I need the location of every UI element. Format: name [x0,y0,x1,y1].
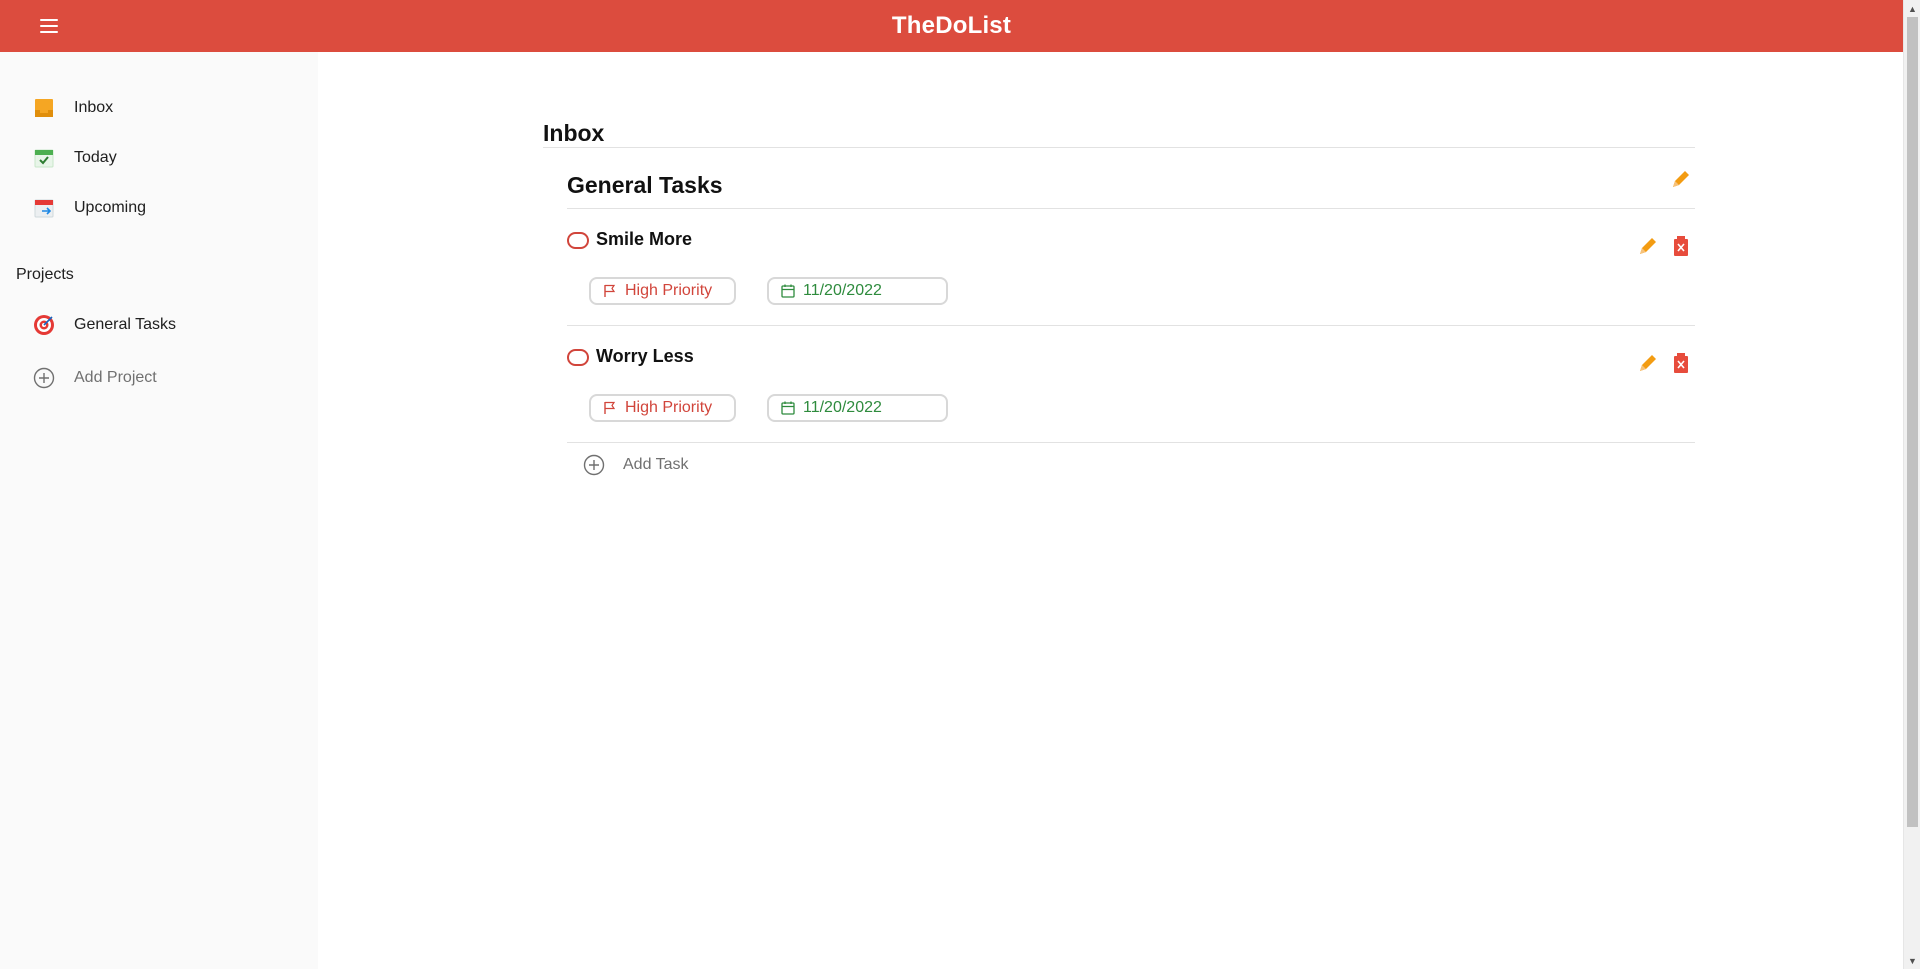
add-task-button[interactable]: Add Task [583,454,689,476]
sidebar-item-today[interactable]: Today [33,143,117,173]
sidebar-item-label: Inbox [74,99,114,116]
calendar-check-icon [33,147,55,169]
sidebar-item-label: Upcoming [74,199,147,216]
delete-trash-icon[interactable] [1673,236,1689,256]
task-item: Smile More High Priority 11/20/2022 [567,209,1695,326]
projects-heading: Projects [16,266,74,283]
priority-tag[interactable]: High Priority [589,277,736,305]
due-date-label: 11/20/2022 [803,282,882,299]
add-project-label: Add Project [74,369,157,386]
priority-label: High Priority [625,282,713,299]
edit-pencil-icon[interactable] [1637,352,1659,374]
menu-icon[interactable] [40,16,62,36]
sidebar-item-upcoming[interactable]: Upcoming [33,193,146,223]
task-name: Worry Less [596,346,694,366]
delete-trash-icon[interactable] [1673,353,1689,373]
scroll-thumb[interactable] [1907,17,1918,827]
sidebar-item-general-tasks[interactable]: General Tasks [33,310,176,340]
flag-icon [603,401,617,415]
calendar-arrow-icon [33,197,55,219]
divider [543,147,1695,148]
edit-project-pencil-icon[interactable] [1670,168,1692,190]
sidebar-item-label: General Tasks [74,316,176,333]
target-icon [33,314,55,336]
priority-tag[interactable]: High Priority [589,394,736,422]
task-name: Smile More [596,229,693,249]
sidebar-item-label: Today [74,149,117,166]
scroll-up-arrow-icon[interactable]: ▲ [1904,0,1920,17]
priority-label: High Priority [625,399,713,416]
edit-pencil-icon[interactable] [1637,235,1659,257]
calendar-icon [781,284,795,298]
main-content: Inbox General Tasks Smile More High Prio… [318,52,1903,969]
plus-circle-icon [33,367,55,389]
add-project-button[interactable]: Add Project [33,363,157,393]
project-title: General Tasks [567,172,723,198]
inbox-icon [33,97,55,119]
task-complete-checkbox[interactable] [567,349,589,366]
calendar-icon [781,401,795,415]
task-item: Worry Less High Priority 11/20/2022 [567,326,1695,443]
sidebar-item-inbox[interactable]: Inbox [33,93,113,123]
plus-circle-icon [583,454,605,476]
page-title: Inbox [543,120,605,146]
due-date-tag[interactable]: 11/20/2022 [767,277,948,305]
task-complete-checkbox[interactable] [567,232,589,249]
due-date-label: 11/20/2022 [803,399,882,416]
add-task-label: Add Task [623,456,689,473]
due-date-tag[interactable]: 11/20/2022 [767,394,948,422]
sidebar: Inbox Today Upcoming Projects General Ta… [0,52,318,969]
app-title: TheDoList [891,12,1012,39]
app-header: TheDoList [0,0,1903,52]
scroll-down-arrow-icon[interactable]: ▼ [1904,952,1920,969]
flag-icon [603,284,617,298]
vertical-scrollbar[interactable]: ▲ ▼ [1903,0,1920,969]
